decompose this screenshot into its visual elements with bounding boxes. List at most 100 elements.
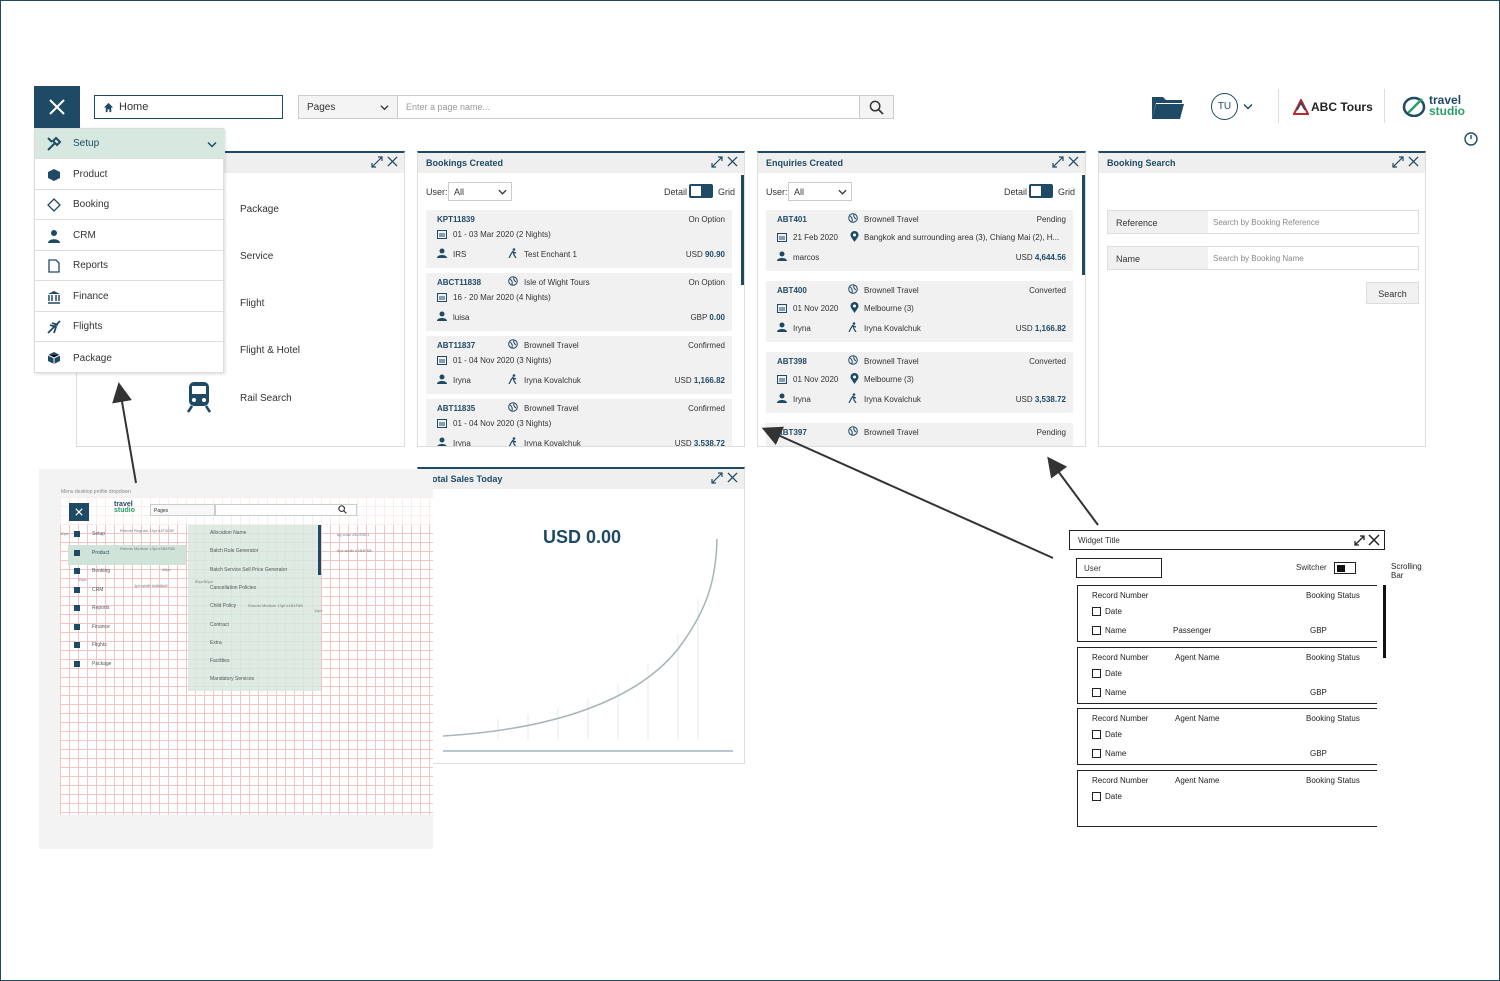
product-item-service[interactable]: Service (240, 251, 273, 262)
home-icon (103, 102, 114, 112)
tools-icon (47, 136, 62, 151)
divider (1384, 89, 1385, 123)
grid-menu-item: Flights (74, 642, 107, 648)
sidebar-item-package[interactable]: Package (35, 343, 225, 373)
view-toggle[interactable] (1029, 184, 1053, 198)
agent-name: Brownell Travel (864, 428, 919, 437)
price: USD 90.90 (686, 250, 725, 259)
product-item-rail-search[interactable]: Rail Search (240, 393, 292, 404)
compass-logo-icon (1402, 96, 1426, 117)
lead-name: Iryna (453, 376, 471, 385)
person-icon (437, 311, 447, 321)
sidebar-item-reports[interactable]: Reports (35, 251, 225, 281)
wf-date: Date (1092, 792, 1122, 801)
close-icon[interactable] (387, 156, 398, 167)
wf-currency: GBP (1310, 626, 1327, 635)
user-select[interactable]: All (448, 182, 512, 201)
wf-name-text: Name (1105, 626, 1127, 635)
name-input[interactable]: Search by Booking Name (1208, 247, 1418, 269)
scrollbar[interactable] (1082, 175, 1085, 275)
wireframe-switcher: Switcher (1296, 563, 1327, 572)
enquiry-record[interactable]: ABT398 Converted Brownell Travel 01 Nov 202… (766, 352, 1073, 413)
sidebar-item-finance[interactable]: Finance (35, 282, 225, 312)
wireframe-user-text: User (1084, 564, 1101, 573)
view-toggle[interactable] (689, 184, 713, 198)
sidebar-item-flights[interactable]: Flights (35, 312, 225, 342)
expand-icon[interactable] (1392, 156, 1404, 168)
name-label: Name (1108, 247, 1208, 269)
user-menu[interactable]: TU (1211, 93, 1253, 120)
enquiry-record[interactable]: ABT397 Pending Brownell Travel (766, 423, 1073, 446)
close-icon[interactable] (1068, 156, 1079, 167)
booking-record[interactable]: KPT11839 On Option 01 - 03 Mar 2020 (2 Nig… (426, 210, 732, 268)
user-select[interactable]: All (788, 182, 852, 201)
enquiry-record[interactable]: ABT401 Pending Brownell Travel 21 Feb 2020 B… (766, 210, 1073, 271)
sidebar-item-crm[interactable]: CRM (35, 221, 225, 251)
expand-icon[interactable] (371, 156, 383, 168)
product-item-flight-hotel[interactable]: Flight & Hotel (240, 345, 300, 356)
grid-annotation: 10px (78, 577, 87, 582)
scroll-note: Scrolling Bar (1391, 562, 1422, 580)
close-icon[interactable] (1408, 156, 1419, 167)
wf-date: Date (1092, 669, 1122, 678)
agent-globe-icon (848, 213, 858, 223)
pages-select[interactable]: Pages (298, 95, 398, 119)
passenger-name: Iryna Kovalchuk (864, 324, 921, 333)
close-icon[interactable] (727, 156, 738, 167)
passenger-name: Iryna Kovalchuk (524, 376, 581, 385)
timer-button[interactable] (1464, 132, 1478, 151)
search-button[interactable]: Search (1366, 282, 1419, 304)
calendar-icon (777, 233, 787, 242)
wf-record: Record Number (1092, 652, 1149, 662)
expand-icon[interactable] (711, 472, 723, 484)
wf-date-text: Date (1105, 668, 1122, 678)
wireframe-title-text: Widget Title (1078, 536, 1120, 545)
travel-dates: 01 - 04 Nov 2020 (3 Nights) (453, 356, 552, 365)
traveller-icon (848, 322, 857, 333)
record-ref: ABCT11838 (437, 278, 482, 287)
wf-agent: Agent Name (1175, 775, 1220, 785)
reference-input[interactable]: Search by Booking Reference (1208, 211, 1418, 233)
product-item-package[interactable]: Package (240, 204, 279, 215)
grid-close-button (69, 503, 89, 521)
grid-pages-label: Pages (154, 508, 169, 514)
grid-annotation: Roboto Medium 13pt #1B4F6B (248, 603, 303, 608)
document-icon (48, 258, 60, 273)
close-icon[interactable] (727, 472, 738, 483)
price-currency: USD (674, 439, 692, 447)
sidebar-item-setup[interactable]: Setup (35, 129, 225, 159)
grid-menu-bullet-icon (74, 642, 80, 648)
grid-annotation: Roboto Medium 13pt #1B4F6B (120, 546, 175, 551)
expand-close-icon (1354, 534, 1380, 546)
sidebar-item-label: Finance (73, 291, 109, 302)
scrollbar[interactable] (741, 175, 744, 285)
chevron-down-icon (1243, 103, 1253, 110)
calendar-icon (437, 229, 447, 241)
page-search-input[interactable]: Enter a page name... (398, 95, 860, 119)
person-icon (777, 251, 787, 261)
checkbox-icon (1092, 791, 1101, 801)
record-ref: KPT11839 (437, 215, 475, 224)
menu-close-button[interactable] (34, 86, 80, 128)
sidebar-item-booking[interactable]: Booking (35, 190, 225, 220)
booking-record[interactable]: ABCT11838 On Option Isle of Wight Tours 16 … (426, 273, 732, 331)
enquiry-record[interactable]: ABT400 Converted Brownell Travel 01 Nov 202… (766, 281, 1073, 342)
product-item-flight[interactable]: Flight (240, 298, 264, 309)
expand-icon[interactable] (1052, 156, 1064, 168)
wf-status: Booking Status (1306, 714, 1360, 723)
expand-icon[interactable] (711, 156, 723, 168)
grid-submenu-item: Contract (210, 621, 229, 628)
grid-menu-bullet-icon (74, 549, 80, 556)
sidebar-item-label: Flights (73, 321, 103, 332)
wf-currency: GBP (1310, 749, 1327, 758)
booking-record[interactable]: ABT11837 Confirmed Brownell Travel 01 - 04 … (426, 336, 732, 394)
breadcrumb-home[interactable]: Home (94, 95, 283, 119)
agent-name: Isle of Wight Tours (524, 278, 590, 287)
calendar-icon (437, 418, 447, 430)
lead-name: Iryna (453, 439, 471, 447)
sidebar-item-product[interactable]: Product (35, 160, 225, 190)
wf-status: Booking Status (1306, 775, 1360, 785)
search-button[interactable] (859, 95, 894, 119)
folder-button[interactable] (1151, 93, 1185, 126)
booking-record[interactable]: ABT11835 Confirmed Brownell Travel 01 - 04 … (426, 399, 732, 447)
